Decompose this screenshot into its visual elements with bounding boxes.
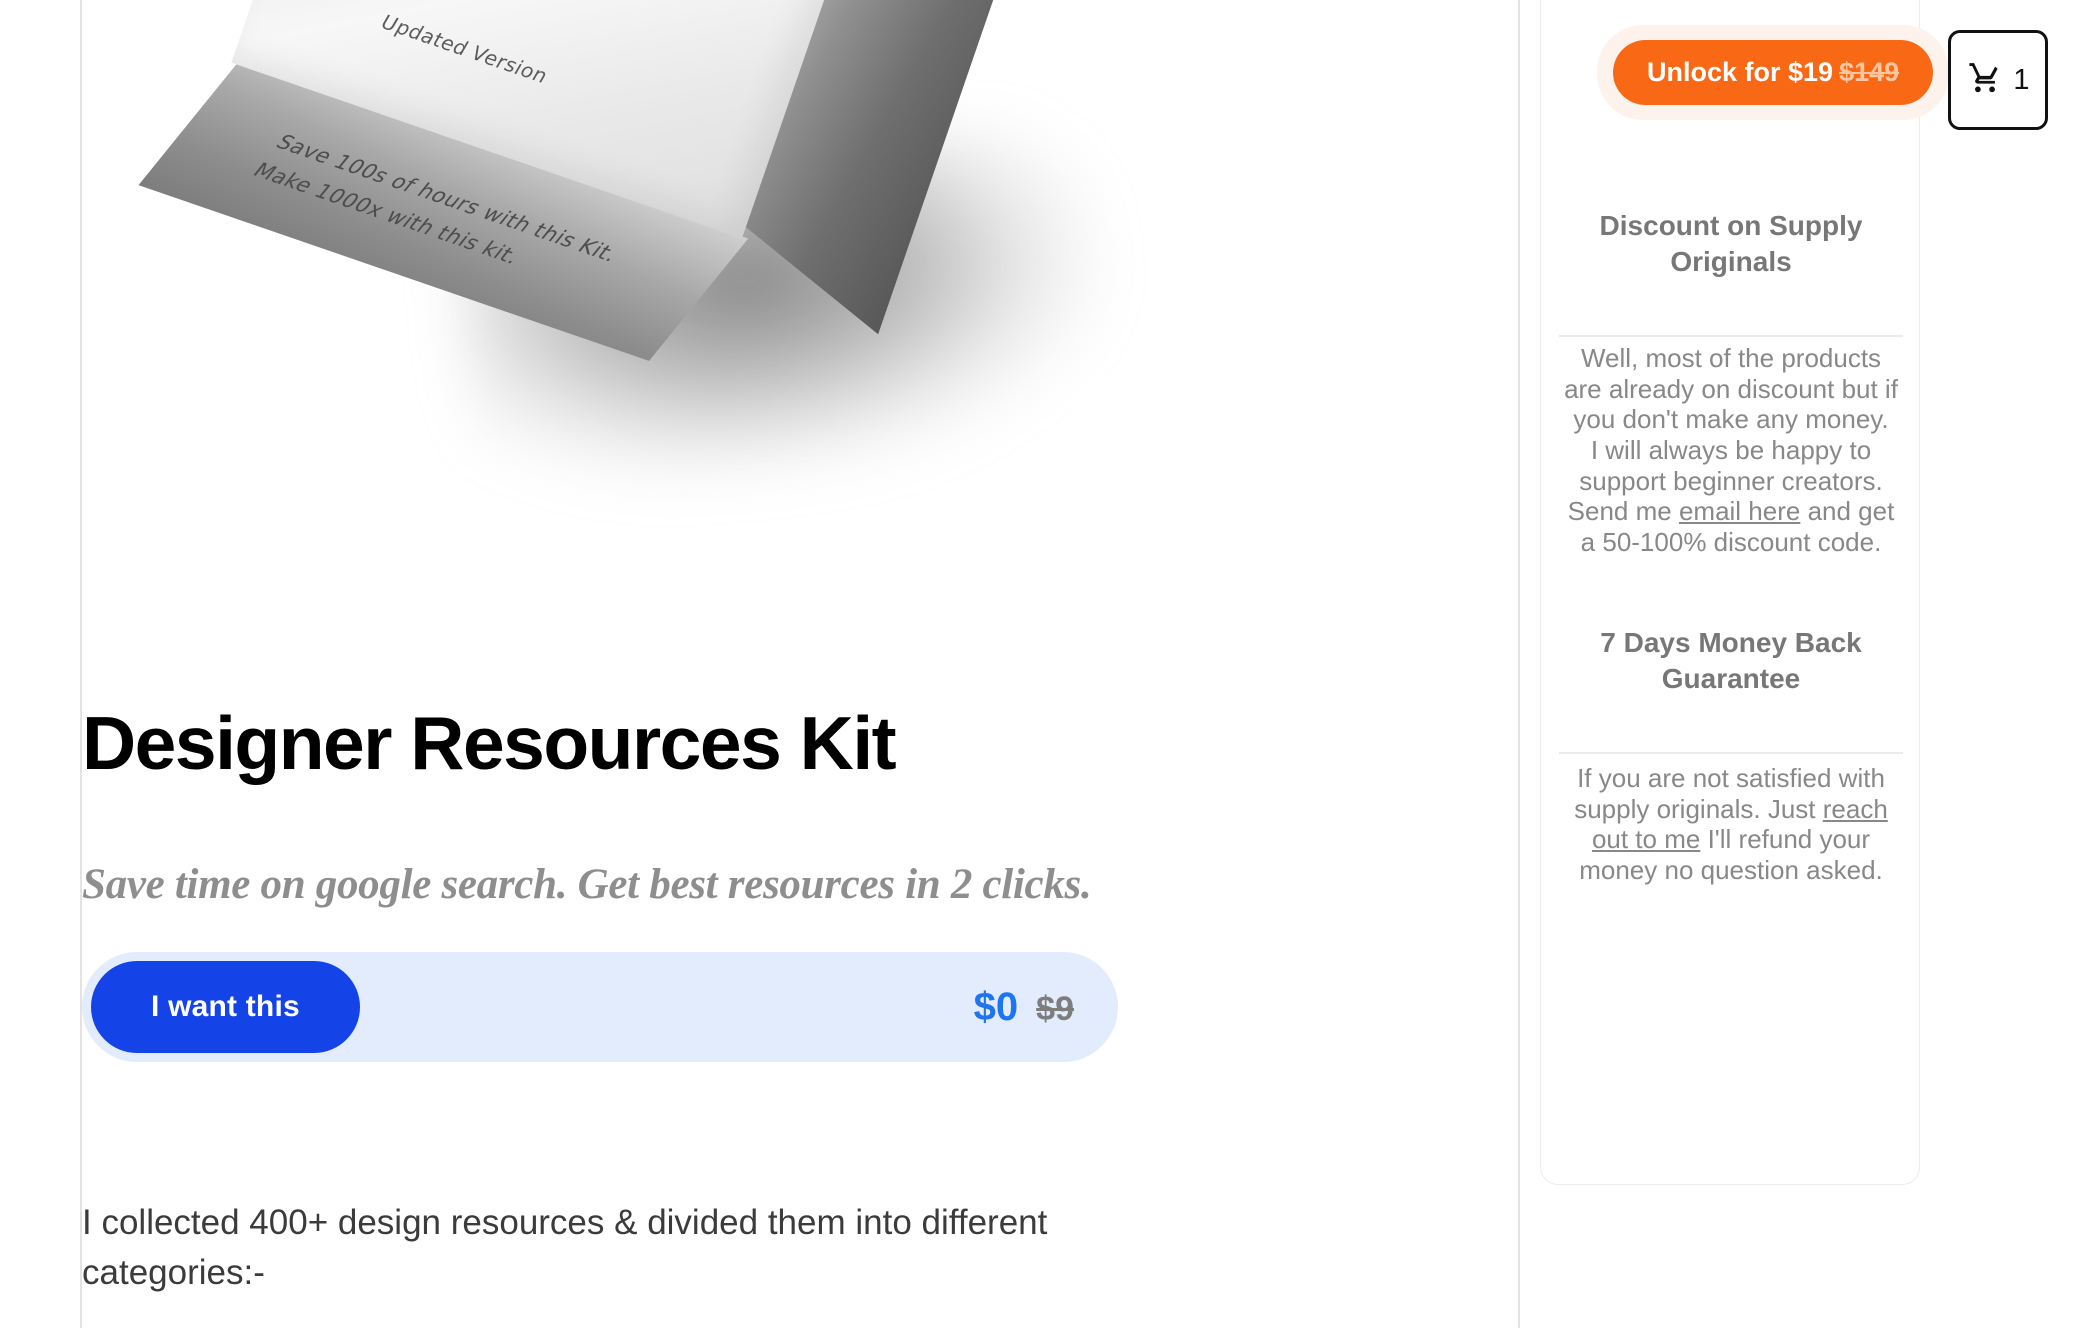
cart-button[interactable]: 1 bbox=[1948, 30, 2048, 130]
box-gloss-highlight-b bbox=[280, 0, 603, 15]
product-image[interactable]: Boost Save 100s of hours with this Kit. … bbox=[82, 0, 1518, 640]
info-sidebar-card: Discount on Supply Originals Well, most … bbox=[1540, 0, 1920, 1185]
sidebar-section-1-text-a: Well, most of the products are already o… bbox=[1564, 343, 1898, 435]
box-text-updated-version: Updated Version bbox=[378, 9, 551, 89]
email-here-link[interactable]: email here bbox=[1679, 496, 1800, 526]
current-price: $0 bbox=[973, 984, 1019, 1029]
i-want-this-button[interactable]: I want this bbox=[91, 961, 360, 1053]
shopping-cart-icon bbox=[1966, 61, 2004, 100]
original-price: $9 bbox=[1036, 989, 1074, 1028]
sidebar-section-1-body: Well, most of the products are already o… bbox=[1559, 343, 1903, 558]
unlock-button-wrapper: Unlock for $19 $149 bbox=[1597, 25, 1950, 120]
sidebar-section-2-divider bbox=[1559, 752, 1903, 754]
product-main-column: Boost Save 100s of hours with this Kit. … bbox=[82, 0, 1518, 1328]
sidebar-section-1-heading: Discount on Supply Originals bbox=[1599, 210, 1863, 277]
page-root: Boost Save 100s of hours with this Kit. … bbox=[0, 0, 2080, 1328]
unlock-original-price: $149 bbox=[1839, 57, 1900, 87]
product-description: I collected 400+ design resources & divi… bbox=[82, 1203, 1048, 1292]
unlock-button[interactable]: Unlock for $19 $149 bbox=[1613, 40, 1934, 105]
price-group: $0 $9 bbox=[974, 985, 1074, 1030]
right-column-divider bbox=[1518, 0, 1520, 1328]
cart-count: 1 bbox=[2013, 63, 2030, 96]
box-text-tagline: working life faster. bbox=[322, 0, 453, 2]
product-subtitle: Save time on google search. Get best res… bbox=[82, 861, 1092, 908]
sidebar-section-1-divider bbox=[1559, 335, 1903, 337]
unlock-button-label: Unlock for $19 bbox=[1647, 57, 1834, 87]
sidebar-section-2-heading: 7 Days Money Back Guarantee bbox=[1600, 627, 1862, 694]
sidebar-section-2-body: If you are not satisfied with supply ori… bbox=[1559, 763, 1903, 886]
purchase-bar: I want this $0 $9 bbox=[82, 952, 1118, 1062]
page-title: Designer Resources Kit bbox=[82, 701, 897, 785]
